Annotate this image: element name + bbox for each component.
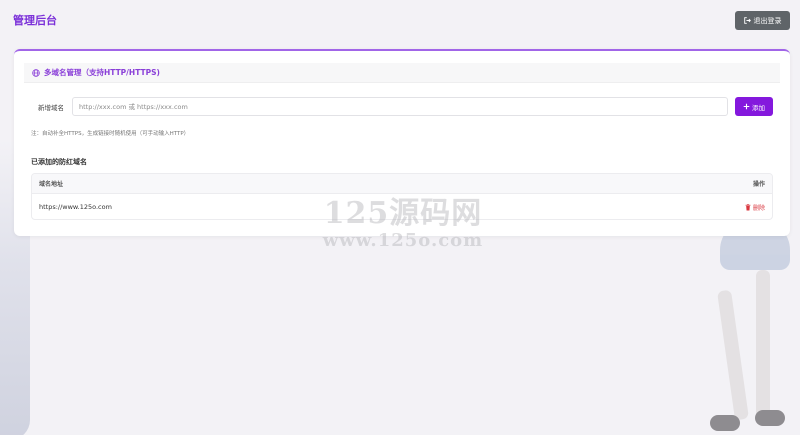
top-bar: 管理后台 退出登录	[0, 0, 800, 40]
column-domain: 域名地址	[39, 181, 64, 188]
column-action: 操作	[752, 181, 765, 188]
delete-button[interactable]: 删除	[745, 203, 765, 212]
domain-input[interactable]	[72, 97, 728, 116]
domain-cell: https://www.125o.com	[39, 203, 112, 211]
watermark: 125源码网 www.125o.com	[318, 188, 488, 251]
domain-list-title: 已添加的防红域名	[31, 158, 87, 166]
panel-title: 多域名管理（支持HTTP/HTTPS)	[44, 68, 160, 77]
delete-label: 删除	[752, 204, 765, 212]
watermark-line2: www.125o.com	[322, 230, 484, 251]
add-label: 添加	[752, 103, 765, 112]
logout-label: 退出登录	[753, 16, 782, 25]
panel-header: 多域名管理（支持HTTP/HTTPS)	[24, 63, 780, 83]
sign-out-icon	[743, 17, 751, 24]
logout-button[interactable]: 退出登录	[735, 11, 790, 30]
globe-icon	[32, 68, 40, 77]
app-title: 管理后台	[13, 14, 57, 27]
domain-field-label: 新增域名	[38, 104, 64, 112]
add-domain-button[interactable]: 添加	[735, 97, 773, 116]
add-domain-form: 新增域名 添加	[31, 97, 773, 117]
trash-icon	[745, 203, 751, 210]
form-note: 注：自动补全HTTPS，生成链接时随机使用（可手动输入HTTP）	[31, 131, 190, 137]
plus-icon	[743, 103, 750, 110]
watermark-line1: 125源码网	[323, 196, 483, 231]
